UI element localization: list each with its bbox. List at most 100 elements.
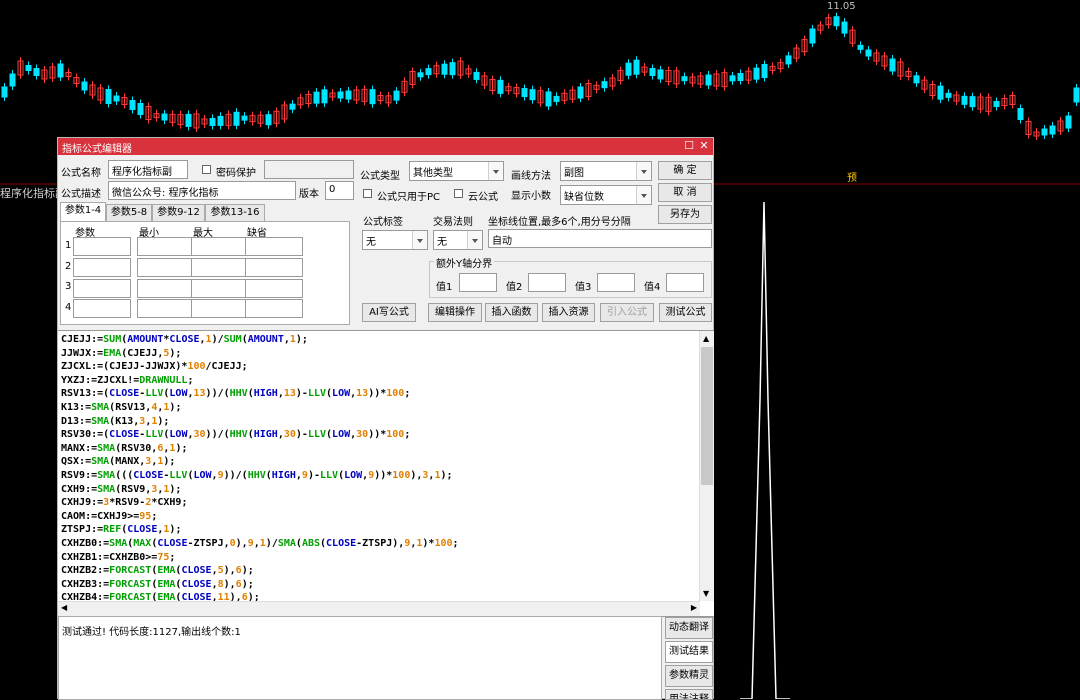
scroll-thumb[interactable] — [701, 347, 713, 485]
param-default-input[interactable] — [245, 279, 303, 298]
price-label: 11.05 — [827, 1, 856, 12]
insert-resource-button[interactable]: 插入资源 — [542, 303, 595, 322]
chevron-right-icon[interactable]: ▶ — [691, 603, 697, 612]
decimals-select[interactable]: 缺省位数 — [560, 185, 652, 205]
password-input[interactable] — [264, 160, 354, 179]
candle-body — [833, 16, 840, 27]
candle-body — [209, 118, 216, 126]
candle-body — [161, 113, 168, 121]
code-line: RSV13:=(CLOSE-LLV(LOW,13))/(HHV(HIGH,13)… — [61, 387, 459, 401]
name-input[interactable]: 程序化指标副 — [108, 160, 188, 179]
code-line: YXZJ:=ZJCXL!=DRAWNULL; — [61, 374, 459, 388]
vertical-scrollbar[interactable]: ▲ ▼ — [699, 331, 714, 601]
code-token: SMA — [91, 415, 110, 427]
password-checkbox[interactable] — [202, 165, 211, 174]
chevron-down-icon[interactable] — [467, 231, 482, 249]
trade-select[interactable]: 无 — [433, 230, 483, 250]
code-token: ; — [404, 429, 411, 441]
param-name-input[interactable] — [73, 258, 131, 277]
code-token: SUM — [103, 334, 122, 345]
trade-label: 交易法则 — [433, 217, 473, 228]
code-token: HIGH — [271, 469, 296, 481]
param-max-input[interactable] — [191, 279, 249, 298]
chevron-down-icon[interactable] — [412, 231, 427, 249]
tab-params-13-16[interactable]: 参数13-16 — [205, 204, 265, 221]
param-default-input[interactable] — [245, 299, 303, 318]
chevron-down-icon[interactable]: ▼ — [703, 589, 709, 598]
param-default-input[interactable] — [245, 237, 303, 256]
edit-ops-button[interactable]: 编辑操作 — [428, 303, 482, 322]
version-input[interactable]: 0 — [325, 181, 354, 200]
desc-input[interactable]: 微信公众号: 程序化指标 — [108, 181, 296, 200]
tab-params-1-4[interactable]: 参数1-4 — [60, 202, 106, 222]
candle-body — [937, 85, 944, 100]
dialog-titlebar[interactable]: 指标公式编辑器 ☐ ✕ — [58, 138, 713, 155]
horizontal-scrollbar[interactable]: ◀ ▶ — [58, 601, 700, 616]
code-token: ); — [241, 565, 254, 577]
ai-write-button[interactable]: AI写公式 — [362, 303, 416, 322]
value-label: 值1 — [436, 282, 453, 293]
import-formula-button[interactable]: 引入公式 — [600, 303, 654, 322]
param-min-input[interactable] — [137, 258, 195, 277]
usage-notes-button[interactable]: 用法注释 — [665, 689, 713, 700]
code-token: (RSV30, — [115, 442, 158, 454]
candle-body — [961, 95, 968, 105]
axis-input[interactable]: 自动 — [488, 229, 712, 248]
test-formula-button[interactable]: 测试公式 — [659, 303, 712, 322]
chevron-down-icon[interactable] — [636, 162, 651, 180]
candle-body — [33, 68, 40, 76]
param-max-input[interactable] — [191, 237, 249, 256]
value2-input[interactable] — [528, 273, 566, 292]
type-select[interactable]: 其他类型 — [409, 161, 504, 181]
draw-select[interactable]: 副图 — [560, 161, 652, 181]
code-token: SMA — [97, 483, 116, 495]
test-result-button[interactable]: 测试结果 — [665, 641, 713, 663]
cloud-checkbox[interactable] — [454, 189, 463, 198]
param-max-input[interactable] — [191, 299, 249, 318]
trade-value: 无 — [437, 237, 447, 248]
chevron-down-icon[interactable] — [488, 162, 503, 180]
param-wizard-button[interactable]: 参数精灵 — [665, 665, 713, 687]
chevron-left-icon[interactable]: ◀ — [61, 603, 67, 612]
param-min-input[interactable] — [137, 237, 195, 256]
dynamic-translate-button[interactable]: 动态翻译 — [665, 617, 713, 639]
code-editor[interactable]: CJEJJ:=SUM(AMOUNT*CLOSE,1)/SUM(AMOUNT,1)… — [58, 330, 714, 617]
tag-select[interactable]: 无 — [362, 230, 428, 250]
maximize-icon[interactable]: ☐ — [682, 139, 696, 153]
candle-body — [969, 96, 976, 108]
tab-params-5-8[interactable]: 参数5-8 — [106, 204, 152, 221]
code-token: ; — [151, 510, 158, 522]
param-min-input[interactable] — [137, 299, 195, 318]
pc-only-checkbox[interactable] — [363, 189, 372, 198]
param-min-input[interactable] — [137, 279, 195, 298]
cancel-button[interactable]: 取 消 — [658, 183, 712, 202]
result-text: 测试通过! 代码长度:1127,输出线个数:1 — [62, 627, 241, 638]
params-panel: 参数 最小 最大 缺省 1 2 3 4 — [60, 221, 350, 325]
param-default-input[interactable] — [245, 258, 303, 277]
param-name-input[interactable] — [73, 279, 131, 298]
code-token: 30 — [356, 429, 369, 441]
tab-params-9-12[interactable]: 参数9-12 — [152, 204, 205, 221]
param-max-input[interactable] — [191, 258, 249, 277]
chevron-up-icon[interactable]: ▲ — [703, 334, 709, 343]
code-line: CXH9:=SMA(RSV9,3,1); — [61, 483, 459, 497]
code-token: CLOSE — [181, 578, 212, 590]
code-line: CXHZB1:=CXHZB0>=75; — [61, 551, 459, 565]
value3-input[interactable] — [597, 273, 635, 292]
ok-button[interactable]: 确 定 — [658, 161, 712, 180]
value4-input[interactable] — [666, 273, 704, 292]
value1-input[interactable] — [459, 273, 497, 292]
chevron-down-icon[interactable] — [636, 186, 651, 204]
param-name-input[interactable] — [73, 237, 131, 256]
param-row-label: 2 — [65, 261, 72, 272]
insert-function-button[interactable]: 插入函数 — [485, 303, 538, 322]
code-token: ABS — [301, 537, 320, 549]
code-line: RSV30:=(CLOSE-LLV(LOW,30))/(HHV(HIGH,30)… — [61, 428, 459, 442]
code-token: SMA — [91, 456, 110, 468]
code-token: CLOSE — [157, 537, 188, 549]
candle-body — [369, 89, 376, 105]
save-as-button[interactable]: 另存为 — [658, 205, 712, 224]
close-icon[interactable]: ✕ — [697, 139, 711, 153]
code-text[interactable]: CJEJJ:=SUM(AMOUNT*CLOSE,1)/SUM(AMOUNT,1)… — [61, 333, 459, 605]
param-name-input[interactable] — [73, 299, 131, 318]
